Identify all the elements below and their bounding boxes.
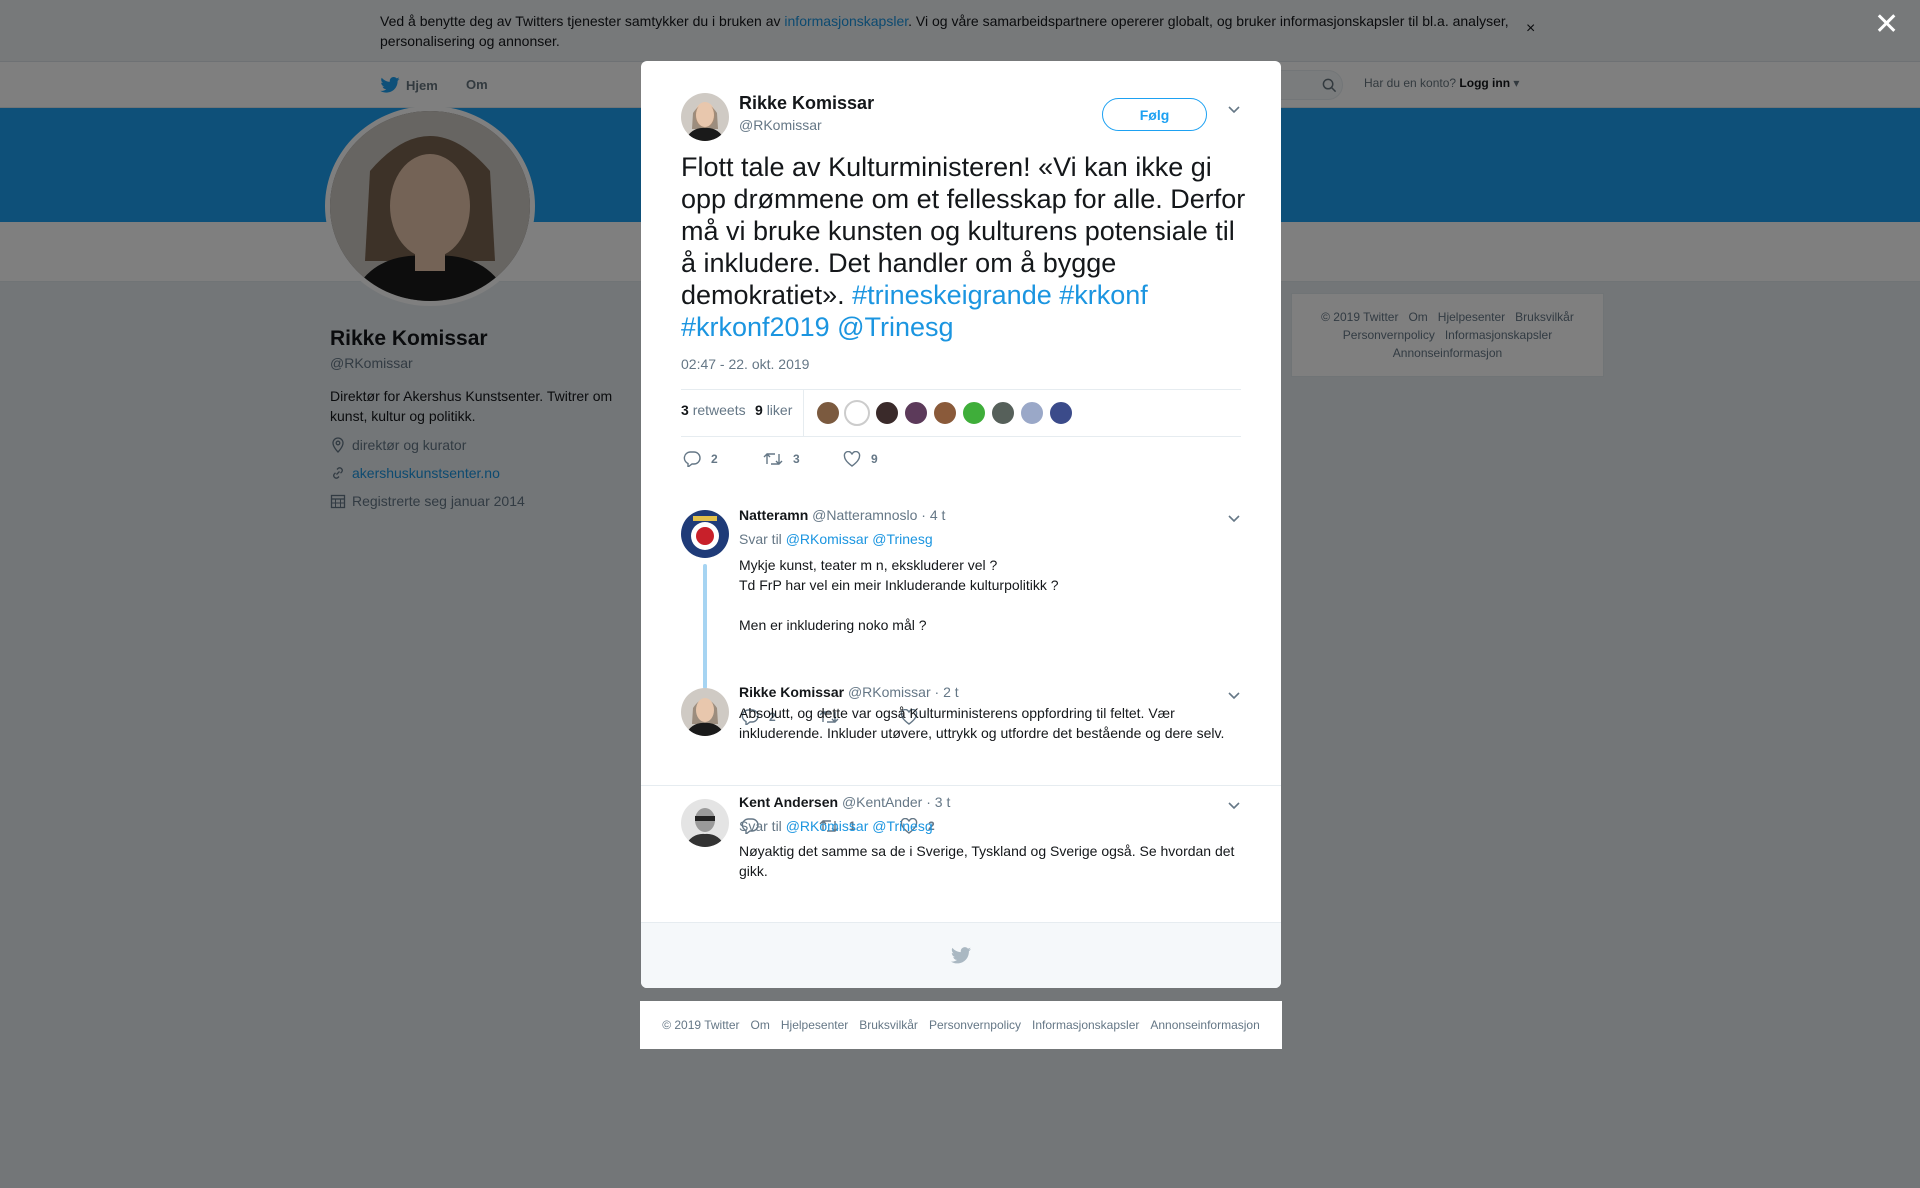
divider (803, 390, 804, 436)
chevron-down-icon[interactable] (1227, 105, 1241, 115)
footer-link[interactable]: Bruksvilkår (859, 1018, 918, 1032)
follow-button[interactable]: Følg (1102, 98, 1207, 131)
liker-avatar[interactable] (903, 400, 929, 426)
footer-link[interactable]: Om (751, 1018, 770, 1032)
footer-link[interactable]: © 2019 Twitter (662, 1018, 739, 1032)
reply-button[interactable]: 2 (683, 451, 718, 467)
footer-link[interactable]: Hjelpesenter (781, 1018, 848, 1032)
retweet-count[interactable]: 3 retweets (681, 402, 746, 418)
reply-time[interactable]: · 3 t (926, 794, 950, 810)
liker-avatar[interactable] (961, 400, 987, 426)
retweet-icon (763, 453, 783, 465)
reply-time[interactable]: · 4 t (921, 507, 945, 523)
reply-to: Svar til @RKomissar @Trinesg (739, 818, 933, 834)
mention-link[interactable]: @Trinesg (837, 312, 953, 342)
mention-link[interactable]: @Trinesg (872, 531, 932, 547)
chevron-down-icon[interactable] (1227, 514, 1241, 524)
reply-author-name[interactable]: Natteramn (739, 507, 808, 523)
reply-avatar[interactable] (681, 510, 729, 558)
liker-avatar[interactable] (844, 400, 870, 426)
twitter-bird-icon (951, 947, 971, 964)
tweet-modal: Rikke Komissar @RKomissar Følg Flott tal… (641, 61, 1281, 988)
liker-avatar[interactable] (990, 400, 1016, 426)
liker-avatar[interactable] (1019, 400, 1045, 426)
reply-author-handle[interactable]: @Natteramnoslo (812, 507, 917, 523)
modal-bottom-footer: © 2019 Twitter Om Hjelpesenter Bruksvilk… (640, 1001, 1282, 1049)
reply-header: Rikke Komissar @RKomissar · 2 t (739, 684, 959, 700)
hashtag-link[interactable]: #krkonf2019 (681, 312, 830, 342)
mention-link[interactable]: @RKomissar (786, 531, 869, 547)
reply-text: Mykje kunst, teater m n, ekskluderer vel… (739, 557, 1059, 633)
thread-line (703, 564, 707, 689)
reply-author-name[interactable]: Rikke Komissar (739, 684, 844, 700)
reply-time[interactable]: · 2 t (935, 684, 959, 700)
heart-icon (843, 451, 861, 467)
retweet-button[interactable]: 3 (763, 451, 800, 467)
tweet-stats: 3 retweets 9 liker (681, 389, 1241, 437)
mention-link[interactable]: @RKomissar (786, 818, 869, 834)
tweet-author-name[interactable]: Rikke Komissar (739, 93, 874, 114)
reply-avatar[interactable] (681, 688, 729, 736)
reply-avatar[interactable] (681, 799, 729, 847)
chevron-down-icon[interactable] (1227, 801, 1241, 811)
chevron-down-icon[interactable] (1227, 691, 1241, 701)
footer-link[interactable]: Annonseinformasjon (1150, 1018, 1259, 1032)
like-button[interactable]: 9 (843, 451, 878, 467)
hashtag-link[interactable]: #trineskeigrande (852, 280, 1052, 310)
reply-header: Kent Andersen @KentAnder · 3 t (739, 794, 950, 810)
close-icon[interactable]: ✕ (1874, 10, 1899, 40)
tweet-author-avatar[interactable] (681, 93, 729, 141)
reply-author-handle[interactable]: @KentAnder (842, 794, 922, 810)
footer-link[interactable]: Personvernpolicy (929, 1018, 1021, 1032)
liker-avatar[interactable] (815, 400, 841, 426)
like-count[interactable]: 9 liker (755, 402, 792, 418)
liker-avatar[interactable] (874, 400, 900, 426)
divider (641, 785, 1281, 786)
reply-author-handle[interactable]: @RKomissar (848, 684, 931, 700)
modal-footer (641, 922, 1281, 988)
reply-text: Absolutt, og dette var også Kulturminist… (739, 705, 1225, 741)
tweet-text: Flott tale av Kulturministeren! «Vi kan … (681, 152, 1246, 342)
reply-icon (683, 451, 701, 467)
reply-text: Nøyaktig det samme sa de i Sverige, Tysk… (739, 843, 1235, 879)
tweet-timestamp[interactable]: 02:47 - 22. okt. 2019 (681, 356, 809, 372)
reply-to: Svar til @RKomissar @Trinesg (739, 531, 933, 547)
liker-avatar[interactable] (1048, 400, 1074, 426)
hashtag-link[interactable]: #krkonf (1059, 280, 1148, 310)
reply-author-name[interactable]: Kent Andersen (739, 794, 838, 810)
tweet-author-handle[interactable]: @RKomissar (739, 117, 822, 133)
reply-header: Natteramn @Natteramnoslo · 4 t (739, 507, 945, 523)
mention-link[interactable]: @Trinesg (872, 818, 932, 834)
liker-avatar[interactable] (932, 400, 958, 426)
footer-link[interactable]: Informasjonskapsler (1032, 1018, 1139, 1032)
